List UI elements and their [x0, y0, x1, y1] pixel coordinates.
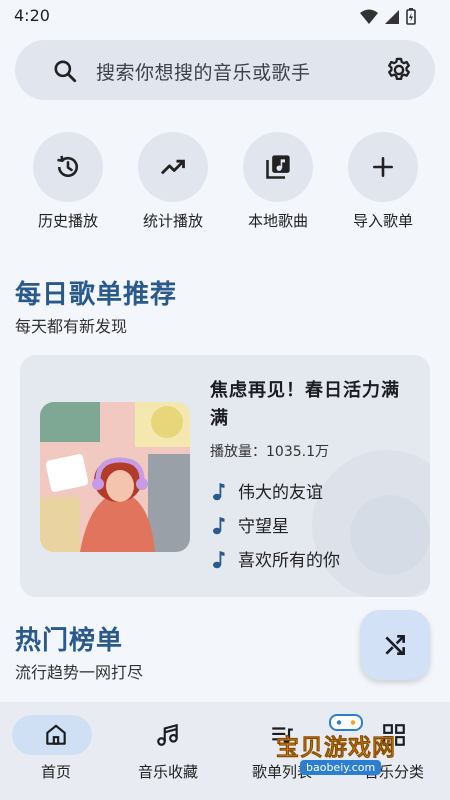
- quick-action-label: 本地歌曲: [247, 212, 308, 230]
- song-item[interactable]: 守望星: [212, 512, 289, 537]
- watermark-url: baobeiy.com: [300, 760, 382, 775]
- quick-action-history[interactable]: 历史播放: [32, 132, 104, 231]
- card-decoration: [350, 495, 430, 575]
- status-bar: 4:20: [0, 0, 450, 32]
- cover-illustration: [40, 402, 190, 552]
- playlist-card[interactable]: 焦虑再见！春日活力满满 播放量：1035.1万 伟大的友谊 守望星 喜欢所有的你: [20, 355, 430, 597]
- music-note-icon: [213, 550, 225, 568]
- wifi-icon: [360, 9, 378, 24]
- playlist-title[interactable]: 焦虑再见！春日活力满满: [210, 377, 410, 433]
- song-name: 伟大的友谊: [238, 483, 323, 503]
- add-icon: [373, 157, 393, 177]
- song-item[interactable]: 伟大的友谊: [212, 478, 323, 503]
- hot-section-title: 热门榜单: [15, 626, 124, 656]
- battery-icon: [406, 8, 416, 25]
- status-icons: [360, 8, 416, 25]
- song-name: 喜欢所有的你: [238, 551, 340, 571]
- music-notes-icon: [157, 723, 178, 746]
- status-time: 4:20: [14, 6, 50, 25]
- local-songs-button[interactable]: [243, 132, 313, 202]
- nav-item-home[interactable]: 首页: [0, 702, 112, 800]
- nav-label: 首页: [40, 763, 71, 781]
- trending-up-icon: [160, 159, 185, 175]
- music-note-icon: [213, 516, 225, 534]
- signal-icon: [385, 9, 399, 24]
- stats-button[interactable]: [138, 132, 208, 202]
- music-note-icon: [213, 482, 225, 500]
- quick-action-stats[interactable]: 统计播放: [137, 132, 209, 231]
- daily-section-subtitle: 每天都有新发现: [15, 317, 128, 336]
- quick-action-label: 历史播放: [37, 212, 98, 230]
- playlist-cover-image[interactable]: [40, 402, 190, 552]
- song-item[interactable]: 喜欢所有的你: [212, 546, 340, 571]
- watermark-logo: 宝贝游戏网 baobeiy.com: [272, 712, 422, 782]
- search-bar[interactable]: 搜索你想搜的音乐或歌手: [15, 40, 435, 100]
- watermark-text: 宝贝游戏网: [276, 735, 396, 762]
- search-icon: [54, 60, 77, 83]
- quick-action-import[interactable]: 导入歌单: [347, 132, 419, 231]
- shuffle-icon: [385, 635, 405, 655]
- quick-action-label: 导入歌单: [352, 212, 413, 230]
- gear-icon[interactable]: [385, 56, 413, 84]
- history-icon: [57, 155, 78, 178]
- history-button[interactable]: [33, 132, 103, 202]
- home-icon: [46, 724, 66, 745]
- shuffle-fab-button[interactable]: [360, 610, 430, 680]
- quick-action-local[interactable]: 本地歌曲: [242, 132, 314, 231]
- search-input[interactable]: 搜索你想搜的音乐或歌手: [96, 58, 311, 85]
- import-playlist-button[interactable]: [348, 132, 418, 202]
- daily-section-title: 每日歌单推荐: [15, 280, 178, 310]
- play-count: 播放量：1035.1万: [210, 444, 329, 460]
- song-name: 守望星: [238, 517, 289, 537]
- quick-action-label: 统计播放: [142, 212, 203, 230]
- hot-section-subtitle: 流行趋势一网打尽: [15, 663, 144, 682]
- library-music-icon: [266, 155, 290, 179]
- nav-item-favorites[interactable]: 音乐收藏: [112, 702, 224, 800]
- nav-label: 音乐收藏: [137, 763, 198, 781]
